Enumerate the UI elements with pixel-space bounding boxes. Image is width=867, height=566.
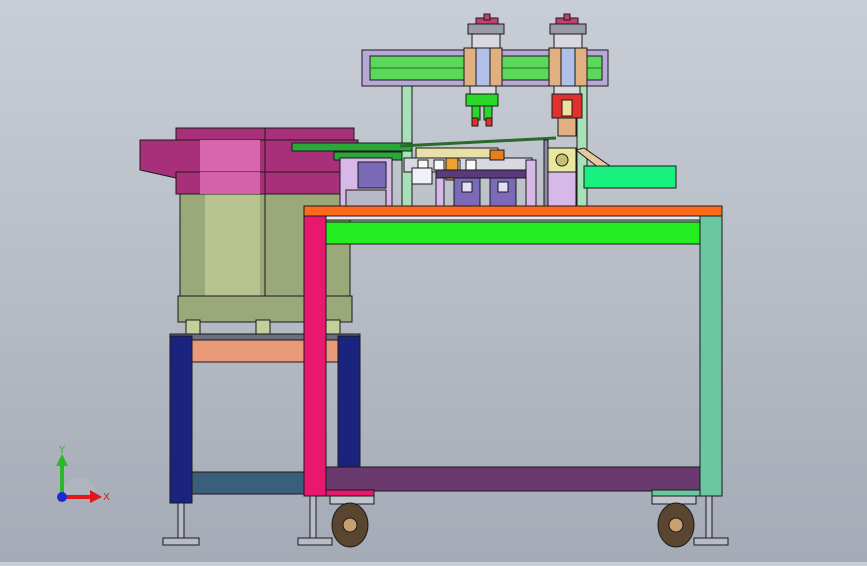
bowl-stand-foot-stem	[177, 502, 185, 540]
caster-left	[297, 495, 375, 548]
x-axis-arrowhead	[90, 490, 102, 503]
linear-feeder-rail	[291, 142, 413, 152]
machine-assembly-front-view: Y X	[56, 13, 729, 548]
bowl-top-highlight	[200, 140, 260, 176]
work-station	[291, 136, 677, 207]
pick-head-1	[463, 13, 505, 127]
table-foot-right-stem	[705, 495, 713, 541]
y-axis-label: Y	[58, 445, 66, 456]
table-apron	[325, 221, 701, 245]
bowl-stand-foot-pad	[162, 537, 200, 546]
y-axis-arrow-shaft	[60, 462, 64, 494]
z-axis-origin	[57, 492, 67, 502]
table-top	[303, 205, 723, 217]
bowl-stand	[162, 333, 361, 546]
table-foot-left-stem	[309, 495, 317, 541]
bowl-body-highlight	[205, 190, 260, 300]
bowl-stand-top-plate	[169, 333, 361, 341]
main-table	[303, 205, 723, 497]
bowl-lower-highlight	[200, 172, 260, 194]
table-foot-left-pad	[297, 537, 333, 546]
caster-right	[651, 495, 729, 548]
table-foot-right-pad	[693, 537, 729, 546]
discharge-chute	[583, 165, 677, 189]
index-plate	[415, 147, 499, 159]
table-leg-left	[303, 215, 327, 497]
x-axis-label: X	[103, 492, 110, 503]
pick-head-2	[548, 13, 588, 137]
gripper-1	[465, 93, 499, 107]
table-bottom-rail	[325, 466, 701, 492]
axis-triad: Y X	[56, 445, 110, 503]
bowl-stand-leg-left	[169, 335, 193, 504]
cad-viewport[interactable]: Y X	[0, 0, 867, 562]
table-leg-right	[699, 215, 723, 497]
